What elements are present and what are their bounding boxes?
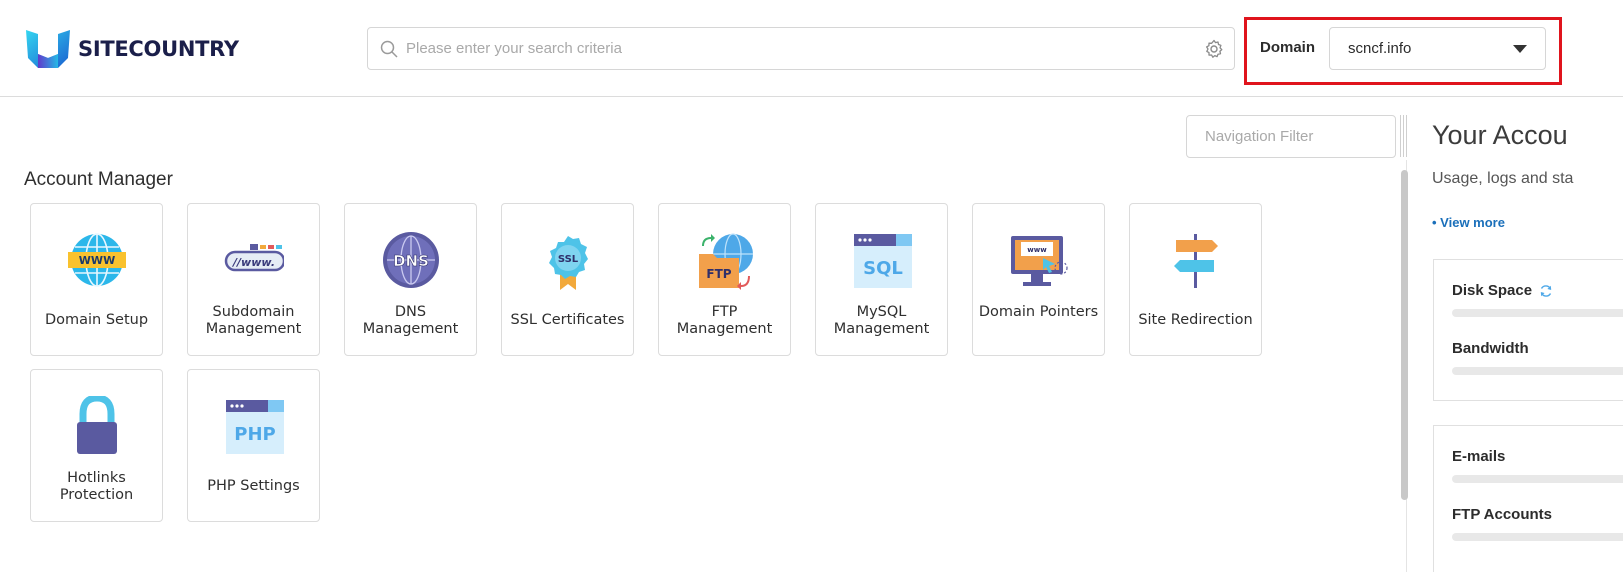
disk-space-bar <box>1452 309 1623 317</box>
tile-hotlinks-protection[interactable]: Hotlinks Protection <box>30 369 163 522</box>
account-panel-title: Your Accou <box>1432 120 1568 150</box>
tile-site-redirection[interactable]: Site Redirection <box>1129 203 1262 356</box>
tile-ssl-certificates[interactable]: SSL SSL Certificates <box>501 203 634 356</box>
tile-label: Domain Pointers <box>978 304 1099 320</box>
svg-text:PHP: PHP <box>234 424 275 445</box>
tile-dns-management[interactable]: DNS DNS Management <box>344 203 477 356</box>
svg-text://www.: //www. <box>231 256 275 269</box>
gear-icon[interactable] <box>1204 39 1224 59</box>
padlock-icon <box>77 396 117 454</box>
globe-www-icon: WWW <box>68 233 126 287</box>
bandwidth-bar <box>1452 367 1623 375</box>
tile-ftp-management[interactable]: FTP FTP Management <box>658 203 791 356</box>
ftp-folder-icon: FTP <box>699 233 753 290</box>
tile-subdomain-management[interactable]: //www. Subdomain Management <box>187 203 320 356</box>
tile-domain-setup[interactable]: WWW Domain Setup <box>30 203 163 356</box>
tile-mysql-management[interactable]: SQL MySQL Management <box>815 203 948 356</box>
domain-label: Domain <box>1260 39 1316 56</box>
signpost-icon <box>1174 234 1218 288</box>
navigation-filter-input[interactable] <box>1186 115 1396 158</box>
panel-splitter-handle[interactable] <box>1399 115 1409 157</box>
tile-domain-pointers[interactable]: www Domain Pointers <box>972 203 1105 356</box>
logo-mark-icon <box>26 30 70 68</box>
tile-label: Site Redirection <box>1138 312 1253 328</box>
svg-text:SQL: SQL <box>863 258 903 279</box>
subdomain-www-icon: //www. <box>224 244 284 272</box>
svg-text:FTP: FTP <box>706 267 731 281</box>
top-header: SITECOUNTRY Domain scncf.info <box>0 0 1623 97</box>
tile-label: Domain Setup <box>44 312 149 328</box>
stat-label-ftp-accounts: FTP Accounts <box>1452 506 1553 523</box>
svg-text:WWW: WWW <box>79 254 115 267</box>
ssl-badge-icon: SSL <box>549 236 588 290</box>
view-more-link[interactable]: • View more <box>1432 215 1505 230</box>
monitor-pointer-icon: www <box>1011 236 1068 286</box>
tile-label: DNS Management <box>362 304 459 337</box>
svg-text:SSL: SSL <box>558 254 579 265</box>
search-input[interactable] <box>406 28 1196 69</box>
ftp-accounts-bar <box>1452 533 1623 541</box>
section-title: Account Manager <box>24 169 173 190</box>
refresh-icon[interactable] <box>1539 284 1553 298</box>
search-bar[interactable] <box>367 27 1235 70</box>
emails-bar <box>1452 475 1623 483</box>
tile-php-settings[interactable]: PHP PHP Settings <box>187 369 320 522</box>
brand-name: SITECOUNTRY <box>78 37 239 61</box>
tile-label: MySQL Management <box>833 304 930 337</box>
tile-label: Subdomain Management <box>205 304 302 337</box>
php-window-icon: PHP <box>226 400 284 454</box>
dns-globe-icon: DNS <box>383 232 439 288</box>
tile-label: SSL Certificates <box>510 312 625 328</box>
stat-label-bandwidth: Bandwidth <box>1452 340 1529 357</box>
scrollbar[interactable] <box>1401 170 1408 500</box>
sql-window-icon: SQL <box>854 234 912 288</box>
account-panel-subtitle: Usage, logs and sta <box>1432 170 1574 187</box>
usage-card-email-ftp: E-mails FTP Accounts <box>1433 425 1623 572</box>
brand-logo[interactable]: SITECOUNTRY <box>24 28 239 70</box>
tile-label: PHP Settings <box>207 478 300 494</box>
chevron-down-icon <box>1513 45 1527 53</box>
tile-label: Hotlinks Protection <box>59 470 134 503</box>
svg-text:www: www <box>1027 246 1047 254</box>
domain-select[interactable]: scncf.info <box>1329 27 1546 70</box>
search-icon <box>380 40 398 58</box>
tile-label: FTP Management <box>676 304 773 337</box>
stat-label-disk-space: Disk Space <box>1452 282 1533 299</box>
stat-label-emails: E-mails <box>1452 448 1506 465</box>
svg-text:DNS: DNS <box>393 252 429 270</box>
domain-selected-value: scncf.info <box>1348 40 1412 57</box>
usage-card-disk-bandwidth: Disk Space Bandwidth <box>1433 259 1623 401</box>
